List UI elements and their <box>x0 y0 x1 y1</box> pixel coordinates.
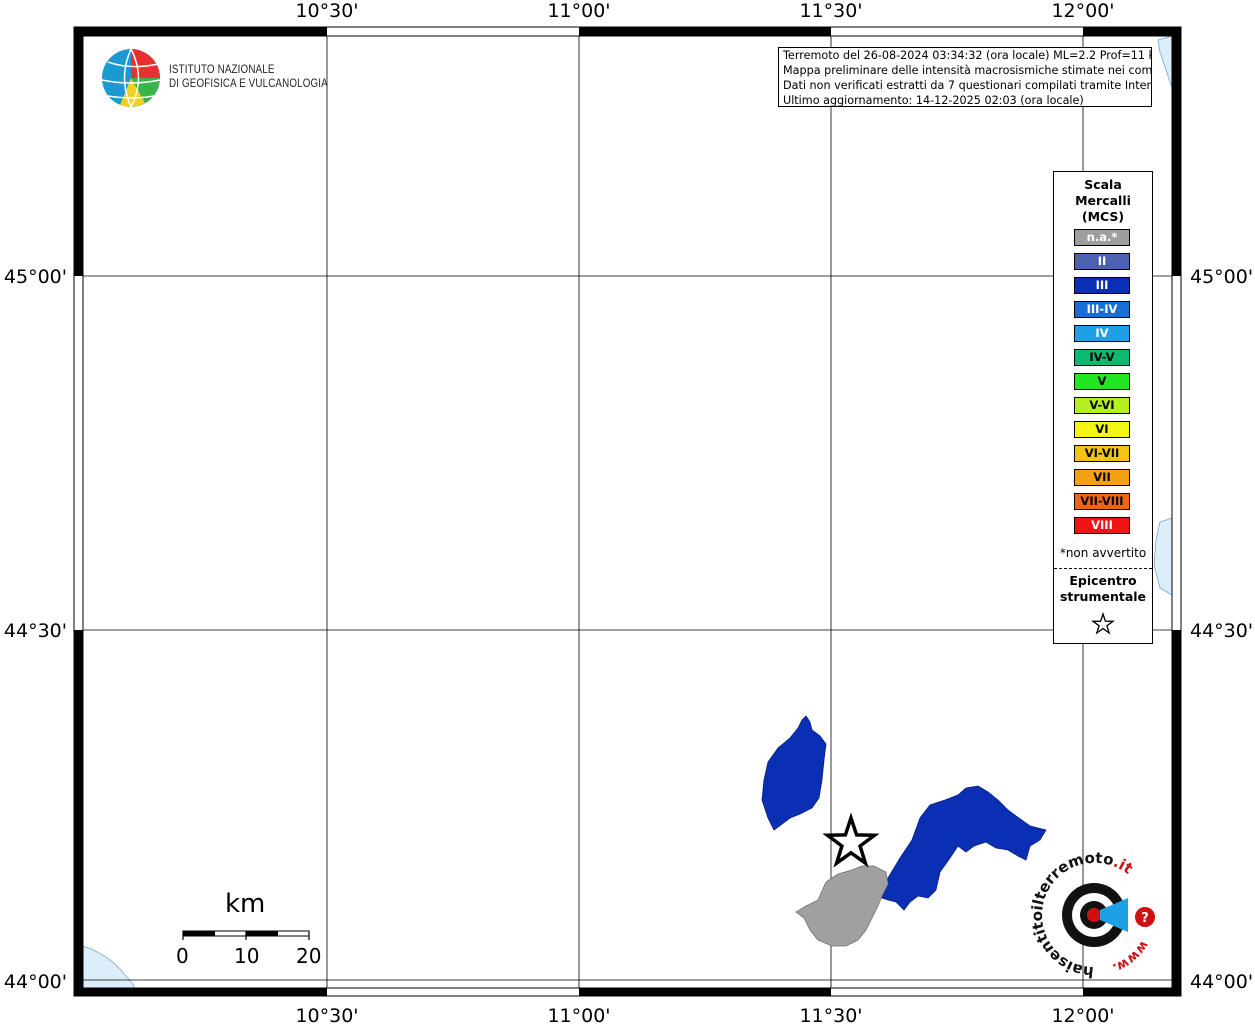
legend-item: II <box>1074 253 1130 270</box>
bottom-tick-1200: 12°00' <box>1051 1005 1114 1024</box>
legend-title-line-1: Scala <box>1084 177 1122 192</box>
ingv-logo-text: ISTITUTO NAZIONALE DI GEOFISICA E VULCAN… <box>169 63 328 91</box>
info-line-description: Mappa preliminare delle intensità macros… <box>783 64 1152 77</box>
region-not-felt <box>795 865 889 947</box>
legend-epicenter-line-2: strumentale <box>1059 589 1147 604</box>
sea-area-northeast <box>1157 35 1173 89</box>
legend-star-icon <box>1091 612 1115 635</box>
right-tick-4430: 44°30' <box>1190 620 1253 642</box>
left-tick-4400: 44°00' <box>4 971 67 993</box>
legend-item: III <box>1074 277 1130 294</box>
legend-item: VI <box>1074 421 1130 438</box>
scale-unit-label: km <box>225 889 266 919</box>
ingv-logo-icon <box>101 48 161 108</box>
legend-item: VII-VIII <box>1074 493 1130 510</box>
mcs-legend: Scala Mercalli (MCS) n.a.* II III III-IV IV I… <box>1053 171 1153 644</box>
info-line-data-source: Dati non verificati estratti da 7 questi… <box>783 79 1152 92</box>
earthquake-info-box: Terremoto del 26-08-2024 03:34:32 (ora l… <box>778 47 1152 107</box>
scale-label-0: 0 <box>176 944 189 968</box>
legend-item: III-IV <box>1074 301 1130 318</box>
hsit-logo-www: www. <box>1110 938 1151 975</box>
legend-epicenter-line-1: Epicentro <box>1069 573 1137 588</box>
info-line-event: Terremoto del 26-08-2024 03:34:32 (ora l… <box>783 49 1152 62</box>
svg-text:?: ? <box>1141 911 1149 926</box>
legend-item: IV-V <box>1074 349 1130 366</box>
right-tick-4500: 45°00' <box>1190 266 1253 288</box>
region-intensity-iii-north <box>761 715 827 831</box>
legend-item: IV <box>1074 325 1130 342</box>
epicenter-star-icon <box>822 812 880 868</box>
legend-item: V <box>1074 373 1130 390</box>
scale-label-20: 20 <box>296 944 322 968</box>
legend-item: VI-VII <box>1074 445 1130 462</box>
bottom-tick-1030: 10°30' <box>295 1005 358 1024</box>
legend-item: n.a.* <box>1074 229 1130 246</box>
legend-divider <box>1054 568 1152 569</box>
bottom-tick-1100: 11°00' <box>547 1005 610 1024</box>
top-tick-1030: 10°30' <box>295 0 358 22</box>
sea-area-east <box>1153 517 1173 596</box>
sea-area-southwest <box>82 945 136 989</box>
legend-item: VII <box>1074 469 1130 486</box>
bottom-tick-1130: 11°30' <box>799 1005 862 1024</box>
left-tick-4500: 45°00' <box>4 266 67 288</box>
legend-epicenter-label: Epicentro strumentale <box>1054 573 1152 605</box>
left-tick-4430: 44°30' <box>4 620 67 642</box>
svg-text:www.: www. <box>1110 938 1151 975</box>
legend-title-line-2: Mercalli <box>1075 193 1131 208</box>
region-intensity-iii-east <box>881 785 1047 911</box>
scale-label-10: 10 <box>234 944 260 968</box>
hsit-logo-icon: ? haisentitoilterremoto.it www. <box>1028 849 1155 981</box>
ingv-line-1: ISTITUTO NAZIONALE <box>169 64 275 76</box>
legend-item: V-VI <box>1074 397 1130 414</box>
legend-title-line-3: (MCS) <box>1081 209 1125 224</box>
ingv-line-2: DI GEOFISICA E VULCANOLOGIA <box>169 78 328 90</box>
top-tick-1200: 12°00' <box>1051 0 1114 22</box>
legend-note: *non avvertito <box>1059 546 1147 560</box>
top-tick-1100: 11°00' <box>547 0 610 22</box>
info-line-updated: Ultimo aggiornamento: 14-12-2025 02:03 (… <box>783 94 1084 107</box>
top-tick-1130: 11°30' <box>799 0 862 22</box>
scale-bar <box>182 930 310 940</box>
right-tick-4400: 44°00' <box>1190 971 1253 993</box>
legend-title: Scala Mercalli (MCS) <box>1054 177 1152 225</box>
legend-item: VIII <box>1074 517 1130 534</box>
